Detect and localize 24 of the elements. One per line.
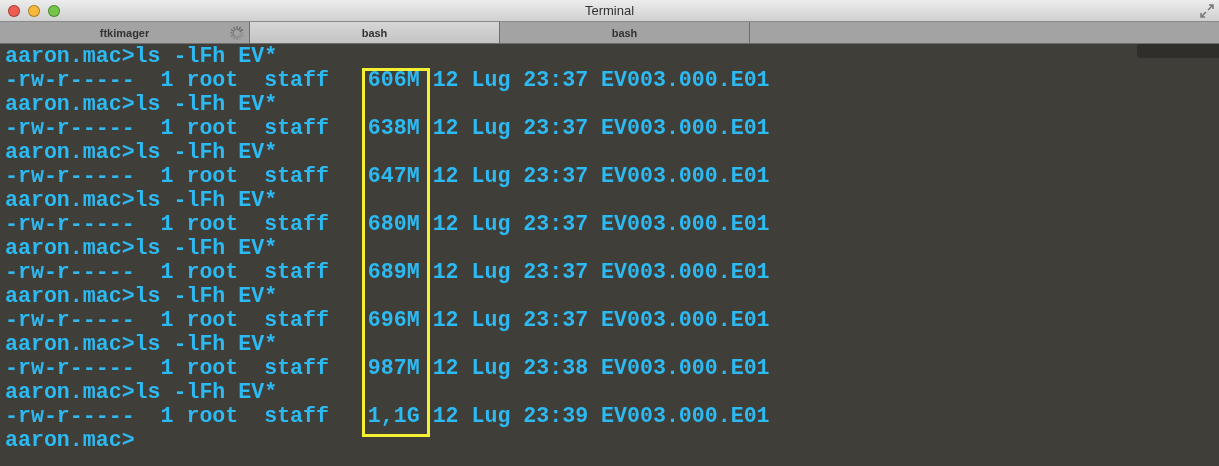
terminal-line: -rw-r----- 1 root staff 1,1G 12 Lug 23:39 EV003.000.E01 [5,404,770,428]
terminal-line: -rw-r----- 1 root staff 696M 12 Lug 23:37 EV003.000.E01 [5,308,770,332]
terminal-line: -rw-r----- 1 root staff 647M 12 Lug 23:37 EV003.000.E01 [5,164,770,188]
zoom-button[interactable] [48,4,60,17]
scrollbar[interactable] [1137,44,1219,58]
terminal-line: aaron.mac>ls -lFh EV* [5,284,278,308]
terminal-line: aaron.mac>ls -lFh EV* [5,332,278,356]
terminal-line: -rw-r----- 1 root staff 680M 12 Lug 23:37 EV003.000.E01 [5,212,770,236]
terminal-line: -rw-r----- 1 root staff 638M 12 Lug 23:37 EV003.000.E01 [5,116,770,140]
window-title: Terminal [584,3,635,18]
terminal-line: aaron.mac>ls -lFh EV* [5,140,278,164]
terminal-line: aaron.mac>ls -lFh EV* [5,44,278,68]
terminal-line: aaron.mac>ls -lFh EV* [5,92,278,116]
minimize-button[interactable] [28,4,40,17]
tab[interactable]: bash [250,22,500,43]
close-button[interactable] [8,4,20,17]
terminal-line: -rw-r----- 1 root staff 689M 12 Lug 23:37 EV003.000.E01 [5,260,770,284]
terminal-line: -rw-r----- 1 root staff 987M 12 Lug 23:38 EV003.000.E01 [5,356,770,380]
fullscreen-icon[interactable] [1200,4,1214,18]
terminal-line: aaron.mac>ls -lFh EV* [5,236,278,260]
terminal-line: aaron.mac> [5,428,135,452]
terminal-line: aaron.mac>ls -lFh EV* [5,380,278,404]
terminal-line: aaron.mac>ls -lFh EV* [5,188,278,212]
terminal-line: -rw-r----- 1 root staff 606M 12 Lug 23:37 EV003.000.E01 [5,68,770,92]
